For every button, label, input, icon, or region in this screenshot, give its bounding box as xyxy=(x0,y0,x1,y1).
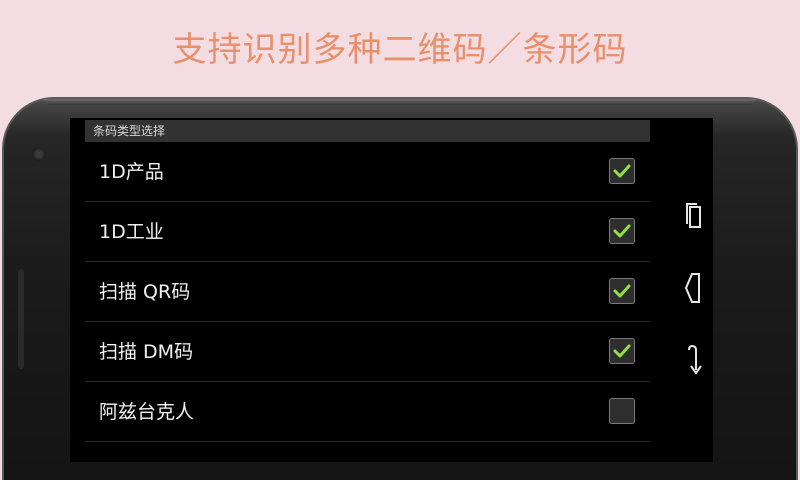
phone-screen: 条码类型选择 1D产品 1D工业 扫描 QR码 扫描 DM码 阿兹台克人 xyxy=(70,118,713,462)
option-label: 1D工业 xyxy=(99,221,164,243)
option-row-1d-industrial[interactable]: 1D工业 xyxy=(85,202,650,262)
checkmark-icon xyxy=(613,284,631,298)
side-port xyxy=(18,269,24,369)
option-row-dm[interactable]: 扫描 DM码 xyxy=(85,322,650,382)
option-checkbox[interactable] xyxy=(609,218,635,244)
back-button[interactable] xyxy=(681,342,707,378)
option-row-1d-product[interactable]: 1D产品 xyxy=(85,142,650,202)
recent-apps-icon xyxy=(686,203,701,228)
checkmark-icon xyxy=(613,224,631,238)
option-label: 扫描 QR码 xyxy=(99,281,191,303)
back-icon xyxy=(688,344,702,375)
option-checkbox[interactable] xyxy=(609,278,635,304)
recent-apps-button[interactable] xyxy=(681,198,707,234)
option-checkbox[interactable] xyxy=(609,158,635,184)
nav-bar xyxy=(675,118,713,462)
option-checkbox[interactable] xyxy=(609,398,635,424)
phone-highlight xyxy=(44,99,756,105)
front-camera xyxy=(32,147,46,161)
checkmark-icon xyxy=(613,344,631,358)
option-label: 1D产品 xyxy=(99,161,164,183)
option-label: 阿兹台克人 xyxy=(99,401,195,423)
home-button[interactable] xyxy=(681,270,707,306)
promo-headline: 支持识别多种二维码／条形码 xyxy=(172,30,628,70)
section-header: 条码类型选择 xyxy=(85,120,650,142)
option-label: 扫描 DM码 xyxy=(99,341,194,363)
option-checkbox[interactable] xyxy=(609,338,635,364)
home-icon xyxy=(684,273,700,303)
option-row-aztec[interactable]: 阿兹台克人 xyxy=(85,382,650,442)
settings-list: 条码类型选择 1D产品 1D工业 扫描 QR码 扫描 DM码 阿兹台克人 xyxy=(85,118,650,462)
checkmark-icon xyxy=(613,164,631,178)
option-row-qr[interactable]: 扫描 QR码 xyxy=(85,262,650,322)
